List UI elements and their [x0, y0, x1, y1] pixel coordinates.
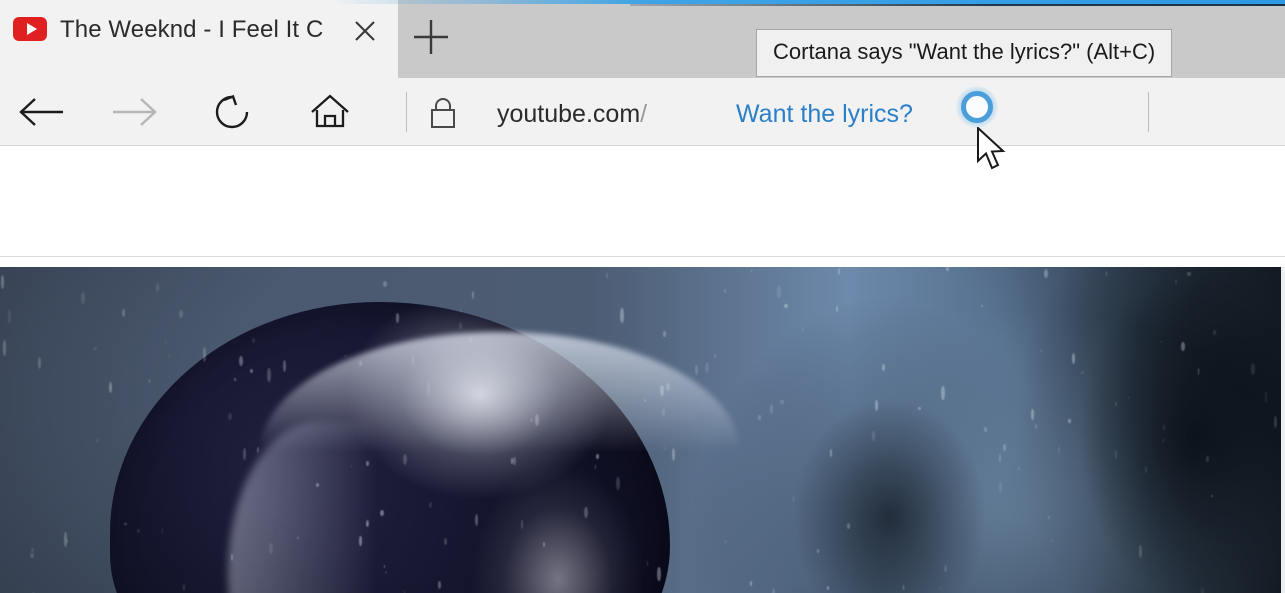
new-tab-button[interactable] — [404, 8, 458, 66]
refresh-button[interactable] — [202, 78, 262, 145]
cortana-tooltip: Cortana says "Want the lyrics?" (Alt+C) — [756, 29, 1173, 77]
cortana-ring-shape — [961, 91, 993, 123]
youtube-header: You Tube — [0, 147, 1285, 378]
toolbar-divider-2 — [1148, 92, 1149, 132]
window-accent-underline — [630, 4, 1285, 6]
address-bar[interactable]: youtube.com/ — [497, 98, 647, 130]
toolbar-divider — [406, 92, 407, 132]
refresh-icon — [215, 94, 249, 128]
mouse-cursor — [976, 125, 1010, 173]
video-right-edge — [1281, 267, 1285, 593]
tab-title: The Weeknd - I Feel It C — [60, 16, 324, 43]
cortana-circle-icon[interactable] — [956, 86, 998, 128]
browser-tab[interactable]: The Weeknd - I Feel It C — [0, 0, 398, 78]
back-button[interactable] — [12, 78, 72, 145]
forward-arrow-icon — [113, 97, 157, 126]
close-icon[interactable] — [348, 14, 382, 48]
back-arrow-icon — [19, 97, 63, 126]
url-path: / — [640, 100, 648, 128]
video-vignette — [0, 267, 1285, 593]
lock-icon — [424, 97, 462, 129]
browser-window: The Weeknd - I Feel It C youtube.com/ Wa… — [0, 0, 1285, 593]
play-triangle-icon — [26, 23, 37, 35]
url-host: youtube.com — [497, 100, 641, 128]
forward-button[interactable] — [104, 78, 164, 145]
home-icon — [311, 93, 349, 127]
cortana-suggestion-link[interactable]: Want the lyrics? — [736, 97, 913, 131]
youtube-favicon-icon — [13, 17, 47, 41]
home-button[interactable] — [300, 78, 360, 145]
browser-toolbar: youtube.com/ Want the lyrics? — [0, 78, 1285, 204]
video-player[interactable] — [0, 267, 1285, 593]
